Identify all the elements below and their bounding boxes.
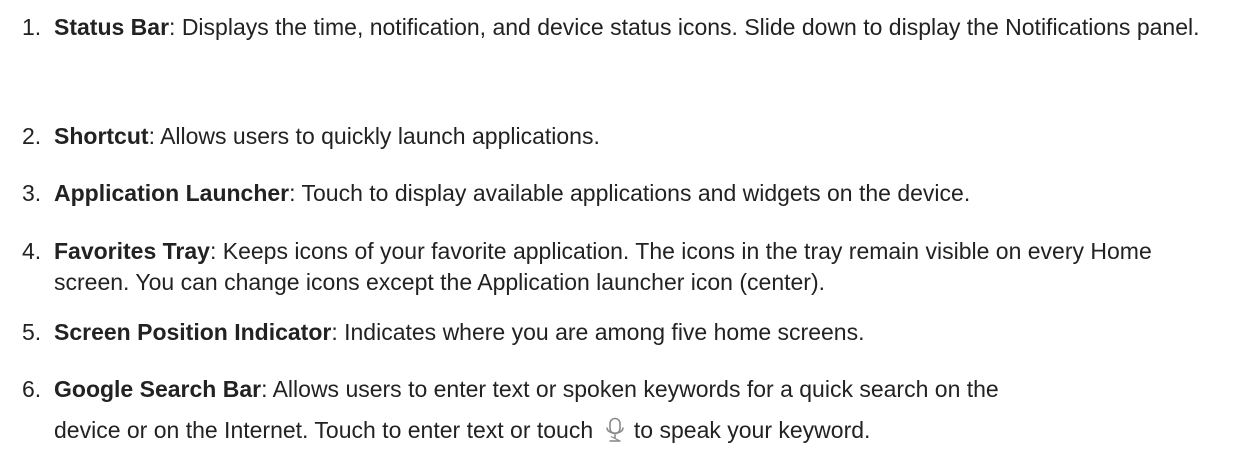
- application-launcher-description: : Touch to display available application…: [289, 180, 971, 206]
- microphone-icon: [604, 417, 626, 443]
- list-item-text: Shortcut: Allows users to quickly launch…: [54, 121, 1224, 152]
- google-search-bar-description-line-2: device or on the Internet. Touch to ente…: [54, 415, 1224, 446]
- google-search-bar-description-line-1: : Allows users to enter text or spoken k…: [261, 376, 999, 402]
- list-item-text: Application Launcher: Touch to display a…: [54, 178, 1224, 209]
- google-search-bar-description-after-icon: to speak your keyword.: [627, 416, 871, 443]
- google-search-bar-term: Google Search Bar: [54, 376, 262, 402]
- list-item-text: Google Search Bar: Allows users to enter…: [54, 374, 1224, 446]
- list-item-number: 3.: [22, 180, 42, 206]
- favorites-tray-description: : Keeps icons of your favorite applicati…: [54, 238, 1152, 295]
- list-item-number: 2.: [22, 123, 42, 149]
- list-item-text: Favorites Tray: Keeps icons of your favo…: [54, 236, 1224, 298]
- list-item-number: 5.: [22, 319, 42, 345]
- screen-position-indicator-description: : Indicates where you are among five hom…: [331, 319, 865, 345]
- google-search-bar-description-before-icon: device or on the Internet. Touch to ente…: [54, 416, 594, 443]
- list-item-number: 4.: [22, 238, 42, 264]
- screen-position-indicator-term: Screen Position Indicator: [54, 319, 332, 345]
- list-item-number: 1.: [22, 14, 42, 40]
- list-item-number: 6.: [22, 376, 42, 402]
- favorites-tray-term: Favorites Tray: [54, 238, 210, 264]
- shortcut-term: Shortcut: [54, 123, 149, 149]
- shortcut-description: : Allows users to quickly launch applica…: [148, 123, 600, 149]
- status-bar-term: Status Bar: [54, 14, 170, 40]
- list-item-text: Screen Position Indicator: Indicates whe…: [54, 317, 1224, 348]
- document-page: 1. Status Bar: Displays the time, notifi…: [0, 0, 1248, 470]
- list-item-text: Status Bar: Displays the time, notificat…: [54, 12, 1224, 43]
- application-launcher-term: Application Launcher: [54, 180, 290, 206]
- status-bar-description: : Displays the time, notification, and d…: [169, 14, 1200, 40]
